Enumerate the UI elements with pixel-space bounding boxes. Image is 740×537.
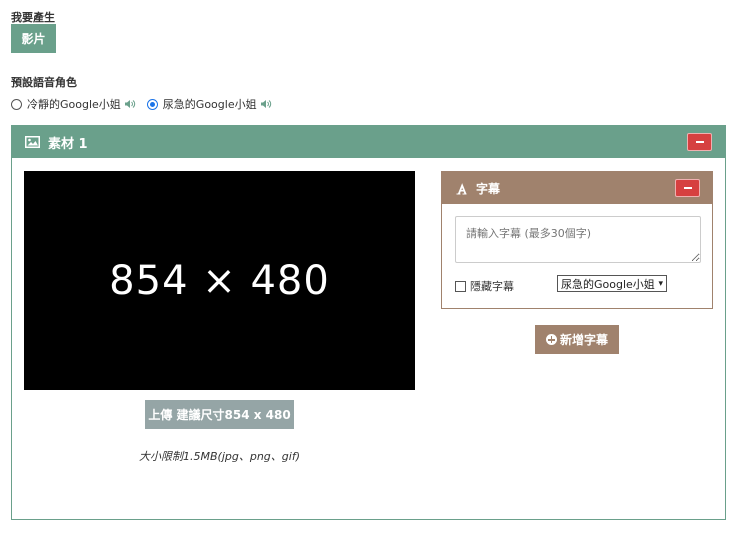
plus-circle-icon (545, 334, 557, 345)
add-subtitle-button[interactable]: 新增字幕 (535, 325, 619, 354)
voice-option-urgent[interactable]: 尿急的Google小姐 (146, 96, 272, 112)
voice-radio-calm[interactable] (11, 98, 22, 110)
speaker-icon[interactable] (260, 98, 272, 110)
video-button[interactable]: 影片 (11, 24, 56, 53)
produce-label: 我要產生 (11, 11, 55, 24)
speaker-icon[interactable] (124, 98, 136, 110)
remove-subtitle-button[interactable] (675, 179, 700, 197)
subtitle-header: 字幕 (442, 172, 712, 204)
material-panel-header: 素材 1 (12, 126, 725, 158)
voice-radio-urgent[interactable] (146, 98, 158, 110)
voice-option-calm[interactable]: 冷靜的Google小姐 (11, 96, 136, 112)
subtitle-title: 字幕 (476, 181, 501, 196)
hide-subtitle-label: 隱藏字幕 (470, 280, 514, 293)
voice-option-urgent-label: 尿急的Google小姐 (162, 98, 257, 111)
subtitle-box: 字幕 隱藏字幕 尿急的Google小姐 ▾ (441, 171, 713, 309)
material-panel: 素材 1 854 × 480 上傳 建議尺寸854 x 480 大小限制1.5M… (11, 125, 726, 520)
material-title: 素材 1 (48, 136, 88, 152)
media-preview[interactable]: 854 × 480 (24, 171, 415, 390)
remove-material-button[interactable] (687, 133, 712, 151)
image-icon (25, 136, 40, 148)
size-limit-note: 大小限制1.5MB(jpg、png、gif) (139, 450, 300, 463)
add-subtitle-label: 新增字幕 (559, 333, 608, 347)
media-placeholder-text: 854 × 480 (109, 257, 330, 304)
font-icon (456, 182, 467, 194)
subtitle-input[interactable] (455, 216, 701, 263)
upload-button[interactable]: 上傳 建議尺寸854 x 480 (145, 400, 294, 429)
hide-subtitle-checkbox[interactable] (455, 280, 466, 292)
voice-option-calm-label: 冷靜的Google小姐 (27, 98, 121, 111)
hide-subtitle-option[interactable]: 隱藏字幕 (455, 278, 514, 294)
chevron-down-icon: ▾ (658, 279, 663, 289)
subtitle-voice-value: 尿急的Google小姐 (561, 277, 655, 291)
voice-radio-group: 冷靜的Google小姐 尿急的Google小姐 (11, 96, 272, 112)
default-voice-label: 預設語音角色 (11, 76, 77, 89)
subtitle-voice-select[interactable]: 尿急的Google小姐 ▾ (557, 275, 667, 292)
